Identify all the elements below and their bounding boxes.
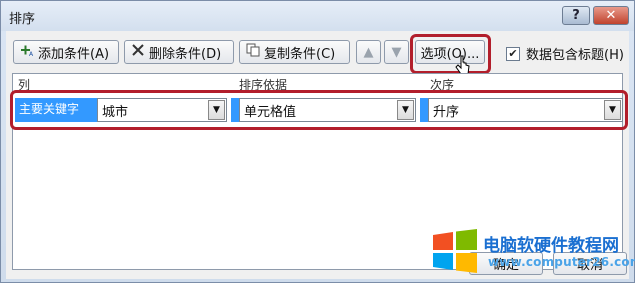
- windows-logo-icon: [431, 229, 479, 273]
- close-button[interactable]: ✕: [593, 6, 629, 25]
- add-condition-button[interactable]: A 添加条件(A): [13, 40, 119, 64]
- title-bar: 排序 ? ✕: [1, 1, 634, 31]
- copy-icon: [245, 43, 261, 61]
- row-highlight: [10, 90, 628, 130]
- dialog-title: 排序: [9, 12, 36, 27]
- move-up-button[interactable]: ▲: [356, 40, 381, 64]
- delete-condition-button[interactable]: 删除条件(D): [124, 40, 234, 64]
- options-highlight: [410, 34, 491, 74]
- delete-condition-label: 删除条件(D): [149, 46, 222, 62]
- header-checkbox-group[interactable]: ✔ 数据包含标题(H): [506, 44, 624, 63]
- add-condition-icon: A: [19, 43, 35, 61]
- svg-text:A: A: [29, 51, 34, 57]
- delete-icon: [130, 43, 146, 61]
- sort-dialog: 排序 ? ✕ A 添加条件(A) 删除条件(D) 复制条件(C) ▲ ▼ 选项(…: [0, 0, 635, 283]
- header-checkbox-label: 数据包含标题(H): [526, 48, 624, 63]
- move-down-button[interactable]: ▼: [384, 40, 409, 64]
- copy-condition-button[interactable]: 复制条件(C): [239, 40, 350, 64]
- header-checkbox[interactable]: ✔: [506, 46, 520, 61]
- watermark-url: www.computer26.com: [488, 255, 635, 269]
- add-condition-label: 添加条件(A): [38, 46, 110, 62]
- watermark-title: 电脑软硬件教程网: [483, 236, 619, 256]
- help-button[interactable]: ?: [562, 6, 590, 25]
- copy-condition-label: 复制条件(C): [264, 46, 336, 62]
- check-icon: ✔: [508, 46, 518, 60]
